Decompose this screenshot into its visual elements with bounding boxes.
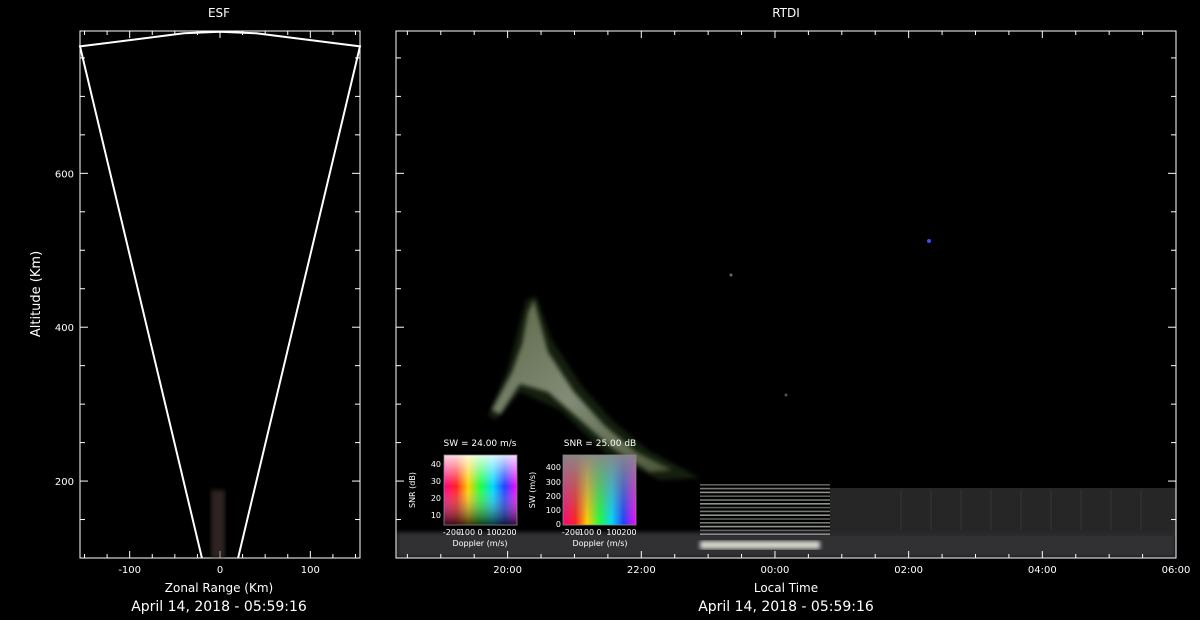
figure: ESF 200400600 -100 0 100 Altitude (Km) Zon… bbox=[29, 6, 1191, 615]
rtdi-striation bbox=[700, 503, 830, 505]
legend-1-y-tick: 30 bbox=[431, 477, 441, 486]
legend-2-y-tick: 200 bbox=[546, 492, 561, 501]
rtdi-striation bbox=[700, 514, 830, 516]
rtdi-x-axis-label: Local Time bbox=[754, 581, 818, 595]
legend-2-x-tick: 200 bbox=[621, 528, 636, 537]
legend-2-x-tick: -100 bbox=[576, 528, 594, 537]
legend-2-x-tick: 100 bbox=[606, 528, 621, 537]
rtdi-striation bbox=[700, 533, 830, 535]
esf-plot-frame bbox=[79, 30, 361, 559]
rtdi-striation bbox=[700, 495, 830, 497]
rtdi-plume-halo bbox=[488, 296, 700, 480]
rtdi-striation bbox=[700, 491, 830, 494]
rtdi-x-tick-label: 00:00 bbox=[761, 565, 790, 576]
rtdi-striation bbox=[700, 529, 830, 532]
legend-1-x-label: Doppler (m/s) bbox=[452, 539, 507, 548]
legend-2-y-tick: 400 bbox=[546, 463, 561, 472]
esf-footer-date: April 14, 2018 - 05:59:16 bbox=[131, 599, 307, 615]
legend-2-y-tick: 100 bbox=[546, 506, 561, 515]
rtdi-x-tick-label: 06:00 bbox=[1162, 565, 1191, 576]
esf-echo-column bbox=[211, 490, 225, 558]
esf-beam-sector-outline bbox=[78, 30, 362, 559]
esf-y-tick-label: 200 bbox=[55, 477, 74, 488]
legend-2-title: SNR = 25.00 dB bbox=[564, 439, 636, 449]
esf-y-tick-label: 400 bbox=[55, 323, 74, 334]
rtdi-x-tick-label: 20:00 bbox=[493, 565, 522, 576]
legend-1-x-tick: 200 bbox=[501, 528, 516, 537]
esf-y-ticks: 200 400 600 bbox=[55, 57, 360, 521]
rtdi-y-ticks bbox=[396, 57, 1176, 521]
rtdi-speck bbox=[927, 239, 931, 243]
rtdi-footer-date: April 14, 2018 - 05:59:16 bbox=[698, 599, 874, 615]
legend-1-y-tick: 20 bbox=[431, 494, 441, 503]
rtdi-title: RTDI bbox=[772, 6, 800, 20]
legend-1-y-tick: 40 bbox=[431, 460, 441, 469]
legend-1-x-tick: 0 bbox=[477, 528, 482, 537]
legend-1-x-tick: 100 bbox=[486, 528, 501, 537]
rtdi-speck bbox=[784, 393, 788, 397]
rtdi-striation bbox=[700, 510, 830, 513]
rtdi-panel: RTDI 20:00 22:00 00:00 02:00 04:00 06:00 SW =… bbox=[395, 6, 1191, 615]
esf-x-axis-label: Zonal Range (Km) bbox=[165, 581, 273, 595]
rtdi-striation bbox=[700, 506, 830, 509]
rtdi-striation bbox=[700, 522, 830, 524]
rtdi-x-tick-label: 04:00 bbox=[1028, 565, 1057, 576]
legend-snr-doppler: SW = 24.00 m/s SNR (dB) 40 30 20 10 -200… bbox=[408, 439, 518, 548]
rtdi-x-tick-label: 22:00 bbox=[627, 565, 656, 576]
esf-title: ESF bbox=[208, 6, 230, 20]
esf-y-axis-label: Altitude (Km) bbox=[29, 251, 44, 337]
legend-1-x-tick: -100 bbox=[457, 528, 475, 537]
rtdi-striation bbox=[700, 499, 830, 501]
legend-2-color-saturation bbox=[563, 455, 636, 525]
esf-panel: ESF 200 400 600 -100 0 100 Altitude (Km) Zon… bbox=[29, 6, 362, 615]
legend-2-y-tick: 300 bbox=[546, 478, 561, 487]
legend-1-y-tick: 10 bbox=[431, 511, 441, 520]
rtdi-mid-echo-region bbox=[830, 488, 1176, 536]
legend-1-title: SW = 24.00 m/s bbox=[444, 439, 517, 449]
legend-2-x-label: Doppler (m/s) bbox=[572, 539, 627, 548]
rtdi-striation bbox=[700, 525, 830, 528]
rtdi-x-tick-label: 02:00 bbox=[894, 565, 923, 576]
rtdi-striation bbox=[700, 484, 830, 486]
legend-sw-doppler: SNR = 25.00 dB SW (m/s) 400 300 200 100 … bbox=[528, 439, 637, 548]
rtdi-striation bbox=[700, 487, 830, 490]
legend-2-x-tick: 0 bbox=[596, 528, 601, 537]
legend-1-color-brightness bbox=[444, 455, 517, 525]
legend-2-y-label: SW (m/s) bbox=[528, 472, 537, 508]
esf-x-tick-label: 0 bbox=[217, 565, 223, 576]
rtdi-speck bbox=[729, 273, 733, 277]
rtdi-bright-band bbox=[700, 541, 820, 549]
rtdi-striation bbox=[700, 518, 830, 520]
esf-x-tick-label: -100 bbox=[118, 565, 141, 576]
legend-1-y-label: SNR (dB) bbox=[408, 472, 417, 508]
legend-2-y-tick: 0 bbox=[556, 520, 561, 529]
esf-y-tick-label: 600 bbox=[55, 169, 74, 180]
esf-x-tick-label: 100 bbox=[301, 565, 320, 576]
